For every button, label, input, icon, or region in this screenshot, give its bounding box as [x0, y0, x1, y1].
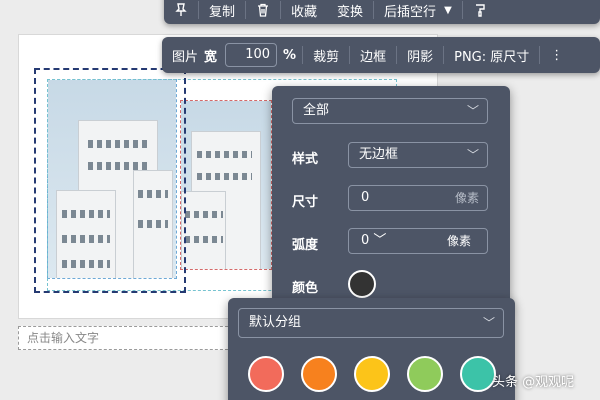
pin-button[interactable] — [164, 0, 198, 24]
chevron-down-icon: ﹀ — [373, 233, 387, 248]
image-toolbar: 图片 宽 100 % 裁剪 边框 阴影 PNG: 原尺寸 ⋮ — [162, 37, 600, 73]
border-radius-value: 0 — [361, 233, 370, 248]
color-swatch-orange[interactable] — [301, 356, 337, 392]
category-select[interactable]: 全部 ﹀ — [292, 98, 488, 124]
palette-group-select[interactable]: 默认分组 ﹀ — [238, 308, 504, 338]
trash-icon — [258, 3, 269, 17]
export-size-button[interactable]: PNG: 原尺寸 — [444, 37, 539, 73]
border-style-select[interactable]: 无边框 ﹀ — [348, 142, 488, 168]
size-unit: 像素 — [454, 191, 479, 205]
size-label: 尺寸 — [292, 195, 319, 210]
format-painter-button[interactable] — [463, 0, 497, 24]
category-value: 全部 — [303, 103, 330, 118]
shadow-button[interactable]: 阴影 — [397, 37, 443, 73]
chevron-down-icon: ﹀ — [466, 104, 479, 118]
crop-button[interactable]: 裁剪 — [303, 37, 349, 73]
more-icon[interactable]: ⋮ — [540, 37, 573, 73]
line-spacing-label: 后插空行 — [384, 4, 437, 20]
current-color-swatch[interactable] — [348, 270, 376, 298]
palette-group-value: 默认分组 — [249, 315, 302, 330]
delete-button[interactable] — [246, 0, 280, 24]
transform-button[interactable]: 变换 — [327, 0, 373, 24]
color-palette-panel: 默认分组 ﹀ — [228, 298, 515, 400]
main-toolbar: 复制 收藏 变换 后插空行 ▼ — [164, 0, 600, 24]
image-label: 图片 — [172, 49, 199, 65]
border-radius-select[interactable]: 0 像素 ﹀ — [348, 228, 488, 254]
color-label: 颜色 — [292, 281, 319, 296]
percent-label: % — [283, 47, 297, 63]
color-swatch-teal[interactable] — [460, 356, 496, 392]
border-size-value: 0 — [361, 190, 370, 205]
color-swatch-yellow[interactable] — [354, 356, 390, 392]
format-painter-icon — [475, 4, 485, 17]
border-button[interactable]: 边框 — [350, 37, 396, 73]
color-swatch-red[interactable] — [248, 356, 284, 392]
border-style-value: 无边框 — [359, 147, 399, 162]
border-size-input[interactable]: 0 像素 — [348, 185, 488, 211]
text-input-placeholder[interactable]: 点击输入文字 — [18, 326, 233, 350]
radius-unit: 像素 — [446, 234, 471, 248]
favorite-button[interactable]: 收藏 — [281, 0, 327, 24]
pin-icon — [175, 3, 187, 16]
radius-label: 弧度 — [292, 238, 319, 253]
width-input[interactable]: 100 — [225, 43, 278, 67]
copy-button[interactable]: 复制 — [199, 0, 245, 24]
caret-down-icon: ▼ — [444, 4, 452, 16]
chevron-down-icon: ﹀ — [466, 148, 479, 162]
chevron-down-icon: ﹀ — [482, 316, 495, 330]
color-swatch-green[interactable] — [407, 356, 443, 392]
watermark: 头条 @观观呢 — [492, 375, 575, 390]
style-label: 样式 — [292, 152, 319, 167]
line-spacing-dropdown[interactable]: 后插空行 ▼ — [374, 0, 462, 24]
border-style-panel: 全部 ﹀ 样式 无边框 ﹀ 尺寸 0 像素 弧度 0 像素 ﹀ 颜色 — [272, 86, 510, 310]
selection-frame[interactable] — [34, 68, 186, 293]
width-label: 宽 — [204, 49, 218, 65]
